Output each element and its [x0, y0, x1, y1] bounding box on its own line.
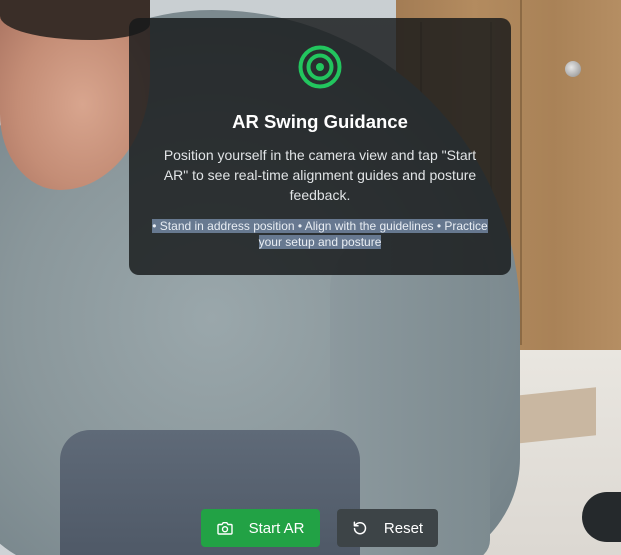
card-description: Position yourself in the camera view and… — [163, 147, 477, 203]
reset-button[interactable]: Reset — [337, 509, 438, 547]
start-ar-label: Start AR — [248, 519, 305, 537]
guidance-card: AR Swing Guidance Position yourself in t… — [129, 18, 511, 275]
card-tips: • Stand in address position • Align with… — [151, 218, 489, 250]
door-knob — [565, 61, 581, 77]
camera-icon — [216, 522, 233, 535]
reset-label: Reset — [383, 519, 424, 537]
target-icon — [298, 45, 342, 89]
reset-icon — [353, 521, 367, 535]
door-panel — [520, 0, 592, 345]
tips-text: • Stand in address position • Align with… — [152, 219, 488, 249]
start-ar-button[interactable]: Start AR — [201, 509, 320, 547]
card-title: AR Swing Guidance — [232, 111, 408, 132]
